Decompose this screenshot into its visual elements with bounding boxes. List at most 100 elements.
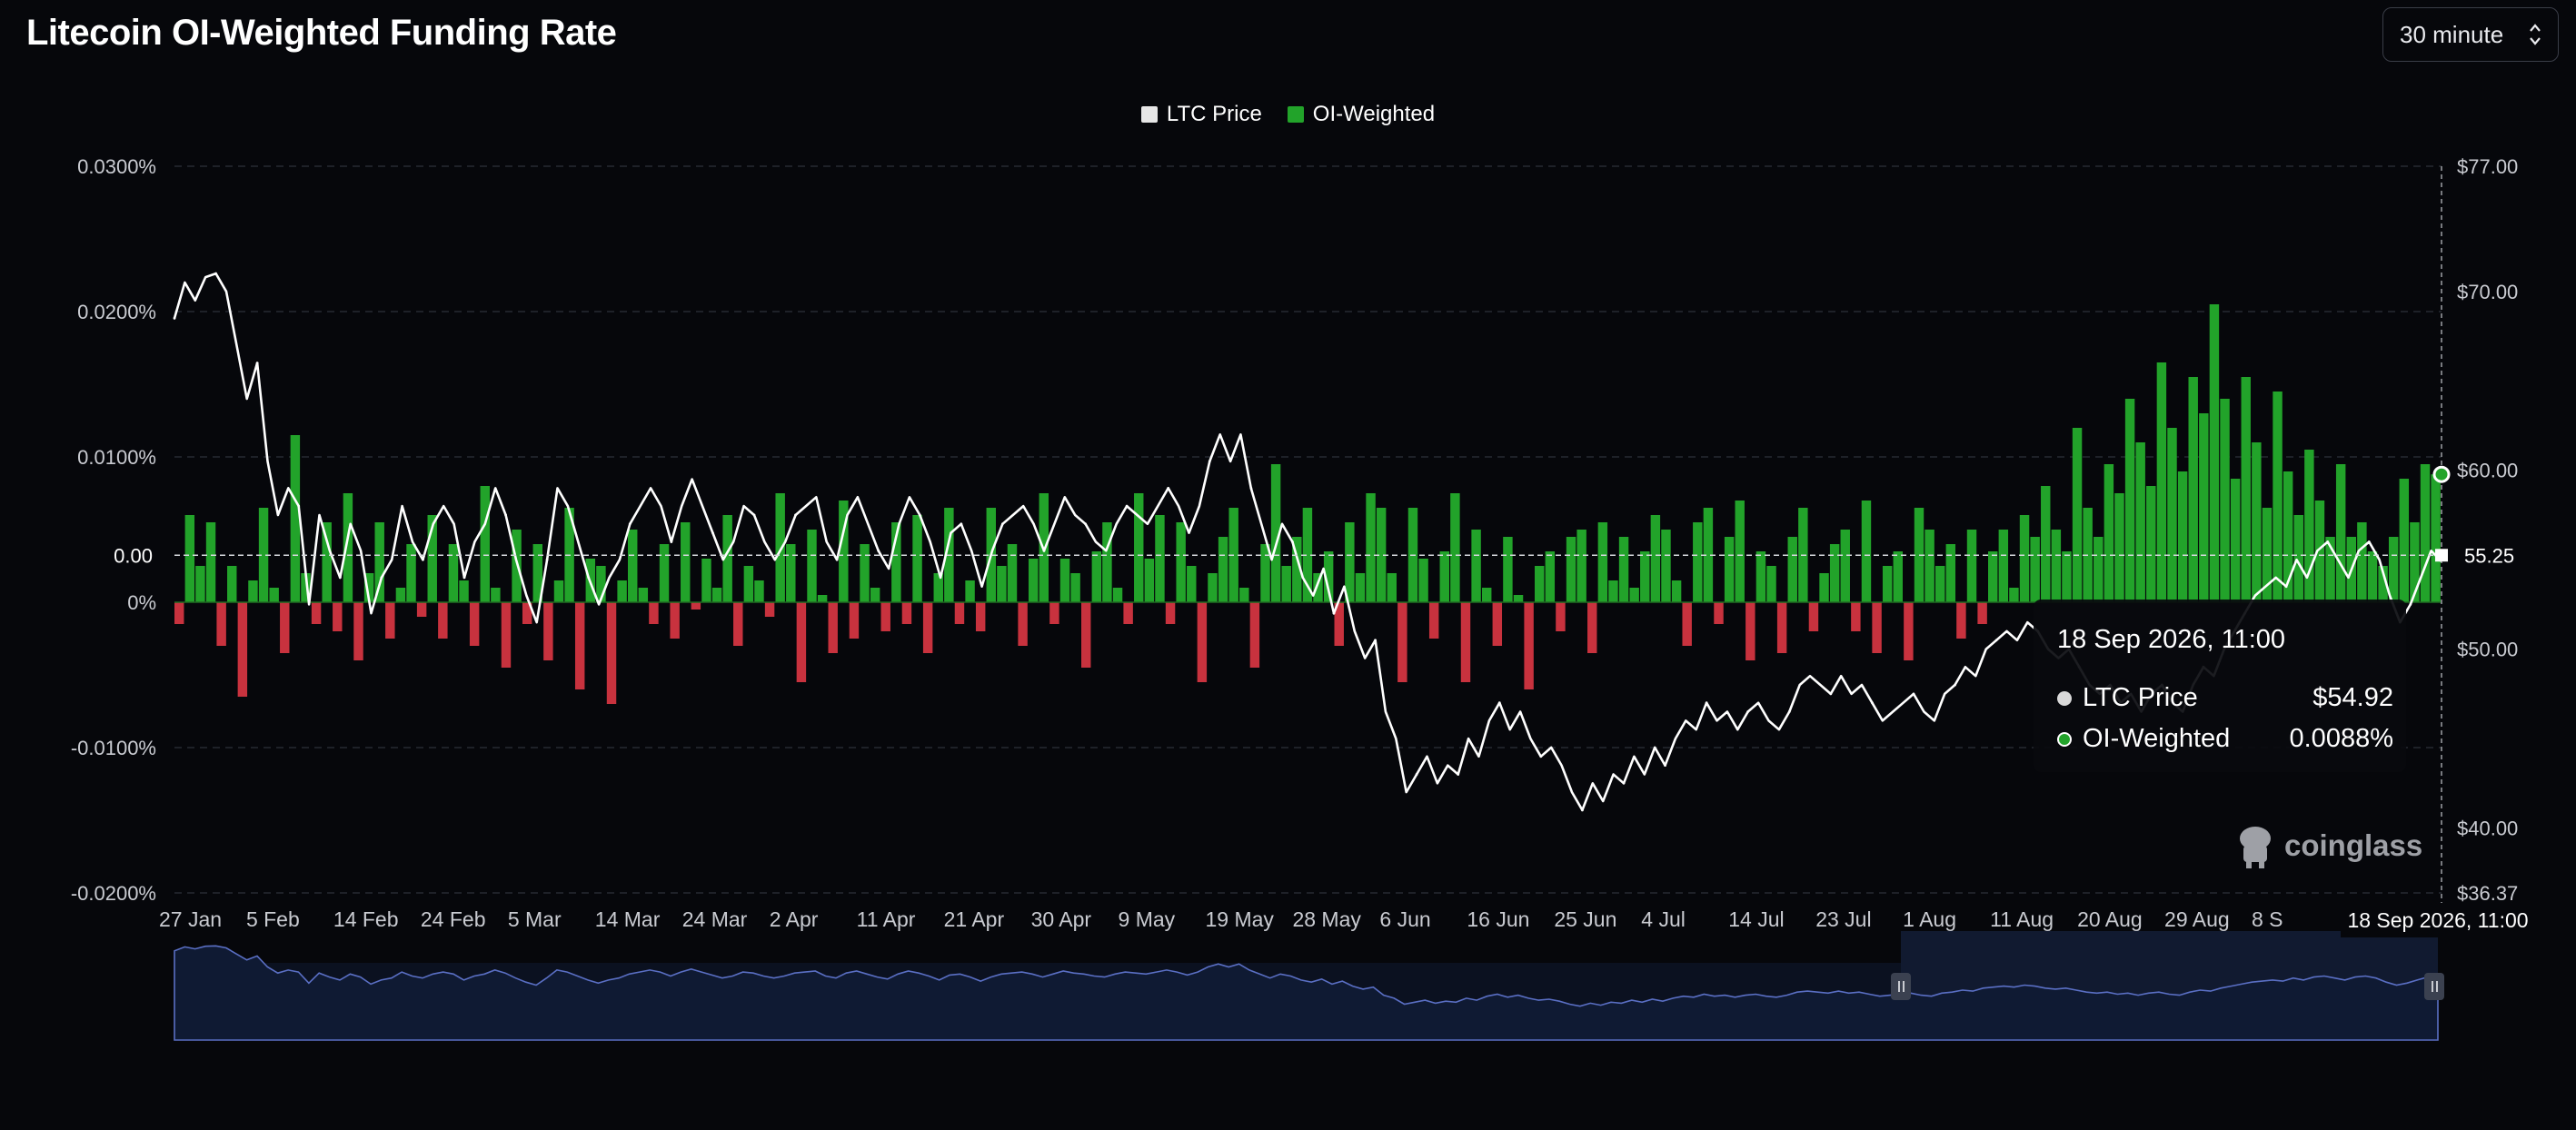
funding-rate-bar[interactable] xyxy=(385,602,395,639)
funding-rate-bar[interactable] xyxy=(1165,602,1176,624)
funding-rate-bar[interactable] xyxy=(681,522,691,602)
funding-rate-bar[interactable] xyxy=(1176,522,1186,602)
funding-rate-bar[interactable] xyxy=(849,602,860,639)
funding-rate-bar[interactable] xyxy=(2252,442,2262,602)
funding-rate-bar[interactable] xyxy=(1007,544,1018,602)
funding-rate-bar[interactable] xyxy=(2124,399,2135,602)
funding-rate-bar[interactable] xyxy=(1587,602,1597,653)
funding-rate-bar[interactable] xyxy=(1693,522,1703,602)
funding-rate-bar[interactable] xyxy=(628,530,638,602)
funding-rate-bar[interactable] xyxy=(1808,602,1819,631)
funding-rate-bar[interactable] xyxy=(1724,537,1735,602)
funding-rate-bar[interactable] xyxy=(280,602,290,653)
funding-rate-bar[interactable] xyxy=(1988,551,1998,602)
funding-rate-bar[interactable] xyxy=(2188,377,2198,602)
funding-rate-bar[interactable] xyxy=(2019,515,2030,602)
funding-rate-bar[interactable] xyxy=(922,602,933,653)
funding-rate-bar[interactable] xyxy=(1945,544,1956,602)
funding-rate-bar[interactable] xyxy=(2062,551,2072,602)
funding-rate-bar[interactable] xyxy=(2209,304,2220,602)
funding-rate-bar[interactable] xyxy=(701,559,711,602)
funding-rate-bar[interactable] xyxy=(216,602,226,646)
funding-rate-bar[interactable] xyxy=(1861,501,1872,602)
funding-rate-bar[interactable] xyxy=(2293,515,2303,602)
funding-rate-bar[interactable] xyxy=(1650,515,1661,602)
funding-rate-bar[interactable] xyxy=(1535,566,1545,602)
funding-rate-bar[interactable] xyxy=(1187,566,1197,602)
funding-rate-bar[interactable] xyxy=(448,544,459,602)
funding-rate-bar[interactable] xyxy=(670,602,680,639)
funding-rate-bar[interactable] xyxy=(2420,464,2431,602)
funding-rate-bar[interactable] xyxy=(860,544,870,602)
funding-rate-bar[interactable] xyxy=(353,602,363,660)
funding-rate-bar[interactable] xyxy=(1714,602,1724,624)
funding-rate-bar[interactable] xyxy=(691,602,701,610)
funding-rate-bar[interactable] xyxy=(1966,530,1977,602)
funding-rate-bar[interactable] xyxy=(2220,399,2230,602)
funding-rate-chart[interactable]: 0.0300% 0.0200% 0.0100% 0% -0.0100% -0.0200% $… xyxy=(0,0,2576,1130)
funding-rate-bar[interactable] xyxy=(743,566,754,602)
funding-rate-bar[interactable] xyxy=(870,588,880,602)
funding-rate-bar[interactable] xyxy=(237,602,248,697)
funding-rate-bar[interactable] xyxy=(2388,537,2399,602)
funding-rate-bar[interactable] xyxy=(1239,588,1249,602)
funding-rate-bar[interactable] xyxy=(733,602,743,646)
funding-rate-bar[interactable] xyxy=(1629,588,1639,602)
funding-rate-bar[interactable] xyxy=(1682,602,1692,646)
legend-item-ltc-price[interactable]: LTC Price xyxy=(1140,102,1262,127)
funding-rate-bar[interactable] xyxy=(1281,566,1291,602)
funding-rate-bar[interactable] xyxy=(1428,602,1439,639)
funding-rate-bar[interactable] xyxy=(1893,551,1904,602)
funding-rate-bar[interactable] xyxy=(1450,493,1460,602)
funding-rate-bar[interactable] xyxy=(1851,602,1861,631)
funding-rate-bar[interactable] xyxy=(1904,602,1914,660)
funding-rate-bar[interactable] xyxy=(174,602,184,624)
funding-rate-bar[interactable] xyxy=(2335,464,2346,602)
funding-rate-bar[interactable] xyxy=(1746,602,1755,660)
navigator-left-handle[interactable] xyxy=(1891,973,1911,1000)
funding-rate-bar[interactable] xyxy=(1640,551,1650,602)
funding-rate-bar[interactable] xyxy=(1387,573,1397,602)
funding-rate-bar[interactable] xyxy=(2241,377,2251,602)
funding-rate-bar[interactable] xyxy=(2051,530,2062,602)
funding-rate-bar[interactable] xyxy=(480,486,490,602)
funding-rate-bar[interactable] xyxy=(1481,588,1492,602)
funding-rate-bar[interactable] xyxy=(1934,566,1945,602)
funding-rate-bar[interactable] xyxy=(1112,588,1123,602)
funding-rate-bar[interactable] xyxy=(2431,474,2441,602)
funding-rate-bar[interactable] xyxy=(2410,522,2420,602)
funding-rate-bar[interactable] xyxy=(1081,602,1091,668)
funding-rate-bar[interactable] xyxy=(2104,464,2114,602)
funding-rate-bar[interactable] xyxy=(1776,602,1787,653)
funding-rate-bar[interactable] xyxy=(1925,530,1934,602)
funding-rate-bar[interactable] xyxy=(1460,602,1471,682)
funding-rate-bar[interactable] xyxy=(2072,428,2083,602)
funding-rate-bar[interactable] xyxy=(322,522,332,602)
funding-rate-bar[interactable] xyxy=(2094,537,2104,602)
funding-rate-bar[interactable] xyxy=(1513,595,1524,602)
funding-rate-bar[interactable] xyxy=(1787,537,1797,602)
funding-rate-bar[interactable] xyxy=(2304,450,2314,602)
funding-rate-bar[interactable] xyxy=(269,588,279,602)
funding-rate-bar[interactable] xyxy=(1545,551,1556,602)
funding-rate-bar[interactable] xyxy=(1524,602,1534,689)
funding-rate-bar[interactable] xyxy=(1123,602,1133,624)
funding-rate-bar[interactable] xyxy=(1608,580,1618,602)
funding-rate-bar[interactable] xyxy=(711,588,722,602)
funding-rate-bar[interactable] xyxy=(1998,530,2009,602)
funding-rate-bar[interactable] xyxy=(543,602,553,660)
funding-rate-bar[interactable] xyxy=(1766,566,1776,602)
funding-rate-bar[interactable] xyxy=(1418,559,1428,602)
funding-rate-bar[interactable] xyxy=(311,602,322,624)
funding-rate-bar[interactable] xyxy=(1503,537,1513,602)
funding-rate-bar[interactable] xyxy=(2199,413,2209,602)
funding-rate-bar[interactable] xyxy=(638,588,649,602)
funding-rate-bar[interactable] xyxy=(1355,573,1366,602)
funding-rate-bar[interactable] xyxy=(2009,588,2019,602)
funding-rate-bar[interactable] xyxy=(754,580,764,602)
funding-rate-bar[interactable] xyxy=(343,493,353,602)
funding-rate-bar[interactable] xyxy=(817,595,828,602)
funding-rate-bar[interactable] xyxy=(1977,602,1987,624)
funding-rate-bar[interactable] xyxy=(1755,551,1766,602)
funding-rate-bar[interactable] xyxy=(1661,530,1671,602)
